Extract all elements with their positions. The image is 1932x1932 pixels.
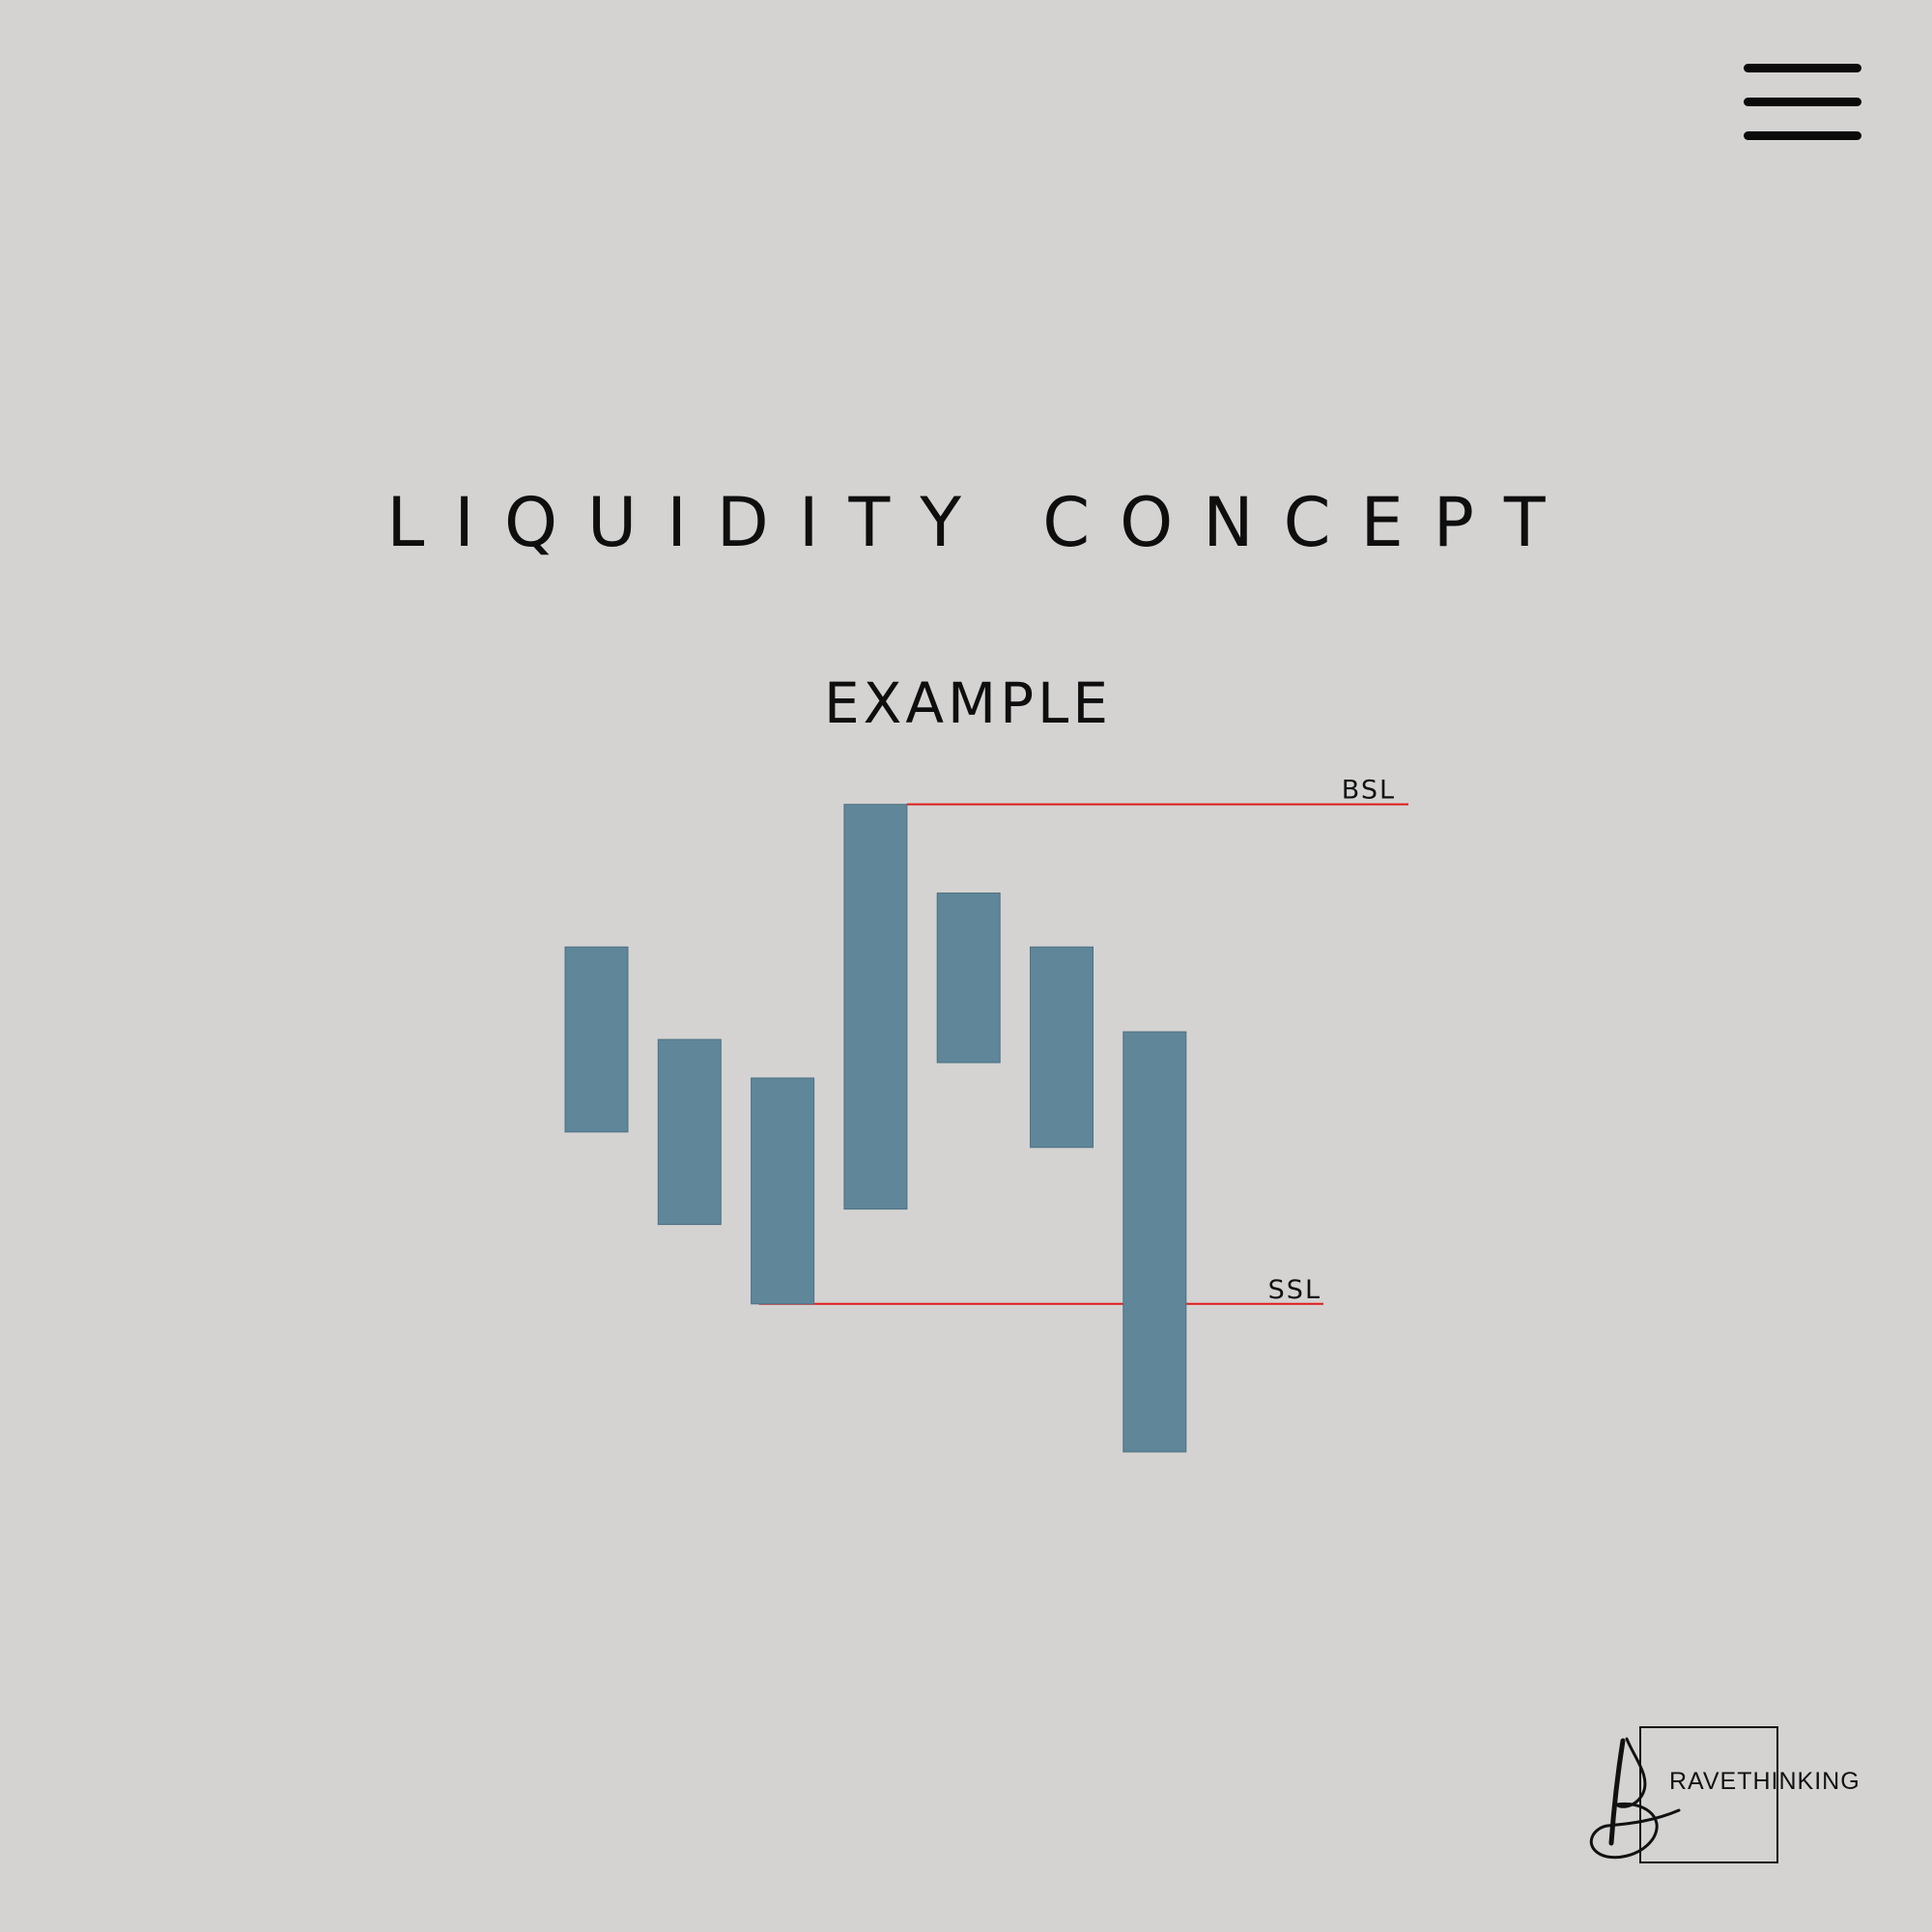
candle-2 bbox=[657, 1038, 722, 1226]
level-label-bsl: BSL bbox=[1342, 776, 1396, 806]
brand-logo: RAVETHINKING bbox=[1584, 1719, 1874, 1874]
candle-3 bbox=[751, 1077, 815, 1305]
logo-wordmark: RAVETHINKING bbox=[1669, 1768, 1861, 1795]
logo-frame-icon bbox=[1589, 1726, 1778, 1863]
candle-5 bbox=[936, 892, 1001, 1064]
candle-6 bbox=[1030, 946, 1094, 1149]
slide: LIQUIDITY CONCEPT EXAMPLE BSL SSL RAVETHI… bbox=[0, 0, 1932, 1932]
level-label-ssl: SSL bbox=[1268, 1275, 1321, 1305]
liquidity-diagram: BSL SSL bbox=[564, 776, 1408, 1453]
candle-1 bbox=[564, 946, 629, 1133]
candle-4 bbox=[843, 804, 908, 1210]
candle-7 bbox=[1122, 1031, 1187, 1453]
